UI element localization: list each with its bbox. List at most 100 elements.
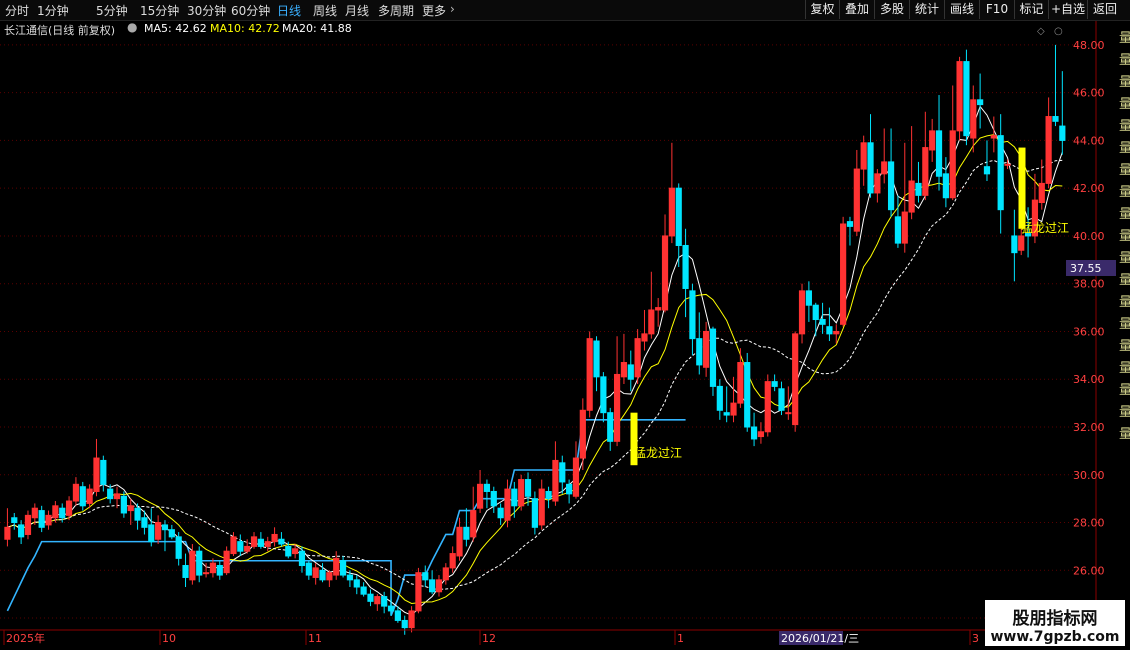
candle-body xyxy=(490,490,497,507)
candle-body xyxy=(415,572,422,612)
candle-body xyxy=(524,479,532,497)
candle-body xyxy=(59,507,66,519)
candle-body xyxy=(908,180,915,213)
date-tick-label: 1 xyxy=(677,632,684,645)
candle-body xyxy=(339,560,347,576)
price-tick-label: 40.00 xyxy=(1073,230,1105,243)
candle-body xyxy=(168,529,175,538)
candle-body xyxy=(401,619,408,629)
candle-body xyxy=(483,483,491,492)
candle-body xyxy=(1018,235,1025,251)
candle-body xyxy=(566,483,573,495)
candle-body xyxy=(202,572,210,575)
candle-body xyxy=(593,340,600,378)
candle-body xyxy=(11,517,18,524)
signal-annotation-1: 猛龙过江 xyxy=(634,446,682,460)
right-panel-glyph: 量 xyxy=(1119,383,1130,398)
price-tick-label: 36.00 xyxy=(1073,325,1105,338)
candle-body xyxy=(45,514,52,526)
candle-body xyxy=(881,161,888,175)
candle-body xyxy=(545,490,552,500)
candle-body xyxy=(634,338,641,378)
candle-body xyxy=(470,510,477,538)
candle-body xyxy=(600,376,607,414)
right-panel-glyph: 量 xyxy=(1119,339,1130,354)
candle-body xyxy=(531,498,538,528)
candle-body xyxy=(435,579,443,593)
candle-body xyxy=(572,457,580,497)
candle-body xyxy=(127,505,134,512)
candle-body xyxy=(230,536,237,555)
right-panel-glyph: 量 xyxy=(1119,427,1130,442)
candle-body xyxy=(305,562,312,576)
candle-body xyxy=(737,362,744,404)
price-tick-label: 42.00 xyxy=(1073,182,1105,195)
candle-body xyxy=(285,545,292,557)
price-tick-label: 46.00 xyxy=(1073,87,1105,100)
date-tick-label: 10 xyxy=(162,632,176,645)
candle-body xyxy=(805,290,812,306)
candle-body xyxy=(812,304,819,321)
candle-body xyxy=(257,538,264,547)
candle-body xyxy=(1038,182,1045,204)
current-price-label: 37.55 xyxy=(1070,262,1102,275)
candle-body xyxy=(120,495,127,514)
candle-body xyxy=(682,244,689,289)
candle-body xyxy=(538,488,545,526)
right-side-panel: 量量量量量量量量量量量量量量量量量量量 xyxy=(1119,31,1130,442)
candle-body xyxy=(915,182,922,196)
candle-body xyxy=(627,364,634,380)
candle-body xyxy=(668,187,675,237)
candle-body xyxy=(1004,163,1011,166)
candle-body xyxy=(613,373,621,442)
right-panel-glyph: 量 xyxy=(1119,317,1130,332)
cursor-date-label: 2026/01/21/三 xyxy=(781,632,859,645)
candle-body xyxy=(874,173,881,194)
candle-body xyxy=(244,545,251,552)
right-panel-glyph: 量 xyxy=(1119,53,1130,68)
kline-chart[interactable]: 48.00 46.00 44.00 42.00 40.00 38.00 36.00 34.00… xyxy=(0,0,1130,650)
candle-body xyxy=(449,553,456,569)
candle-body xyxy=(655,307,662,311)
candle-body xyxy=(497,507,504,519)
right-panel-glyph: 量 xyxy=(1119,119,1130,134)
right-panel-glyph: 量 xyxy=(1119,141,1130,156)
candle-body xyxy=(31,507,38,519)
date-tick-label: 2025年 xyxy=(6,631,45,645)
candle-body xyxy=(292,548,299,555)
price-tick-label: 38.00 xyxy=(1073,278,1105,291)
date-tick-label: 12 xyxy=(482,632,496,645)
right-panel-glyph: 量 xyxy=(1119,273,1130,288)
signal-annotation-2: 猛龙过江 xyxy=(1021,221,1069,235)
right-panel-glyph: 量 xyxy=(1119,405,1130,420)
price-tick-label: 26.00 xyxy=(1073,564,1105,577)
candle-body xyxy=(107,488,114,500)
date-tick-label: 3 xyxy=(972,632,979,645)
circle-icon[interactable]: ○ xyxy=(1054,26,1063,37)
candle-body xyxy=(319,569,326,581)
candle-body xyxy=(901,211,908,244)
candle-body xyxy=(381,596,388,607)
candle-body xyxy=(785,412,792,415)
candle-body xyxy=(394,610,401,621)
candle-body xyxy=(182,565,189,578)
price-tick-label: 34.00 xyxy=(1073,373,1105,386)
candle-body xyxy=(1045,116,1052,184)
candle-body xyxy=(607,412,614,442)
right-panel-glyph: 量 xyxy=(1119,31,1130,46)
candle-body xyxy=(723,412,730,416)
candle-body xyxy=(298,550,306,567)
candle-body xyxy=(887,161,895,211)
candle-body xyxy=(997,135,1004,211)
candle-body xyxy=(422,572,429,581)
candle-body xyxy=(79,486,86,507)
candle-body xyxy=(942,173,949,199)
candle-body xyxy=(983,166,991,175)
diamond-icon[interactable]: ◇ xyxy=(1037,26,1045,37)
candle-body xyxy=(353,579,360,588)
price-tick-label: 44.00 xyxy=(1073,134,1105,147)
watermark-line1: 股朋指标网 xyxy=(1012,609,1098,629)
candle-body xyxy=(559,462,566,483)
candle-body xyxy=(963,61,970,137)
candle-body xyxy=(970,99,977,139)
